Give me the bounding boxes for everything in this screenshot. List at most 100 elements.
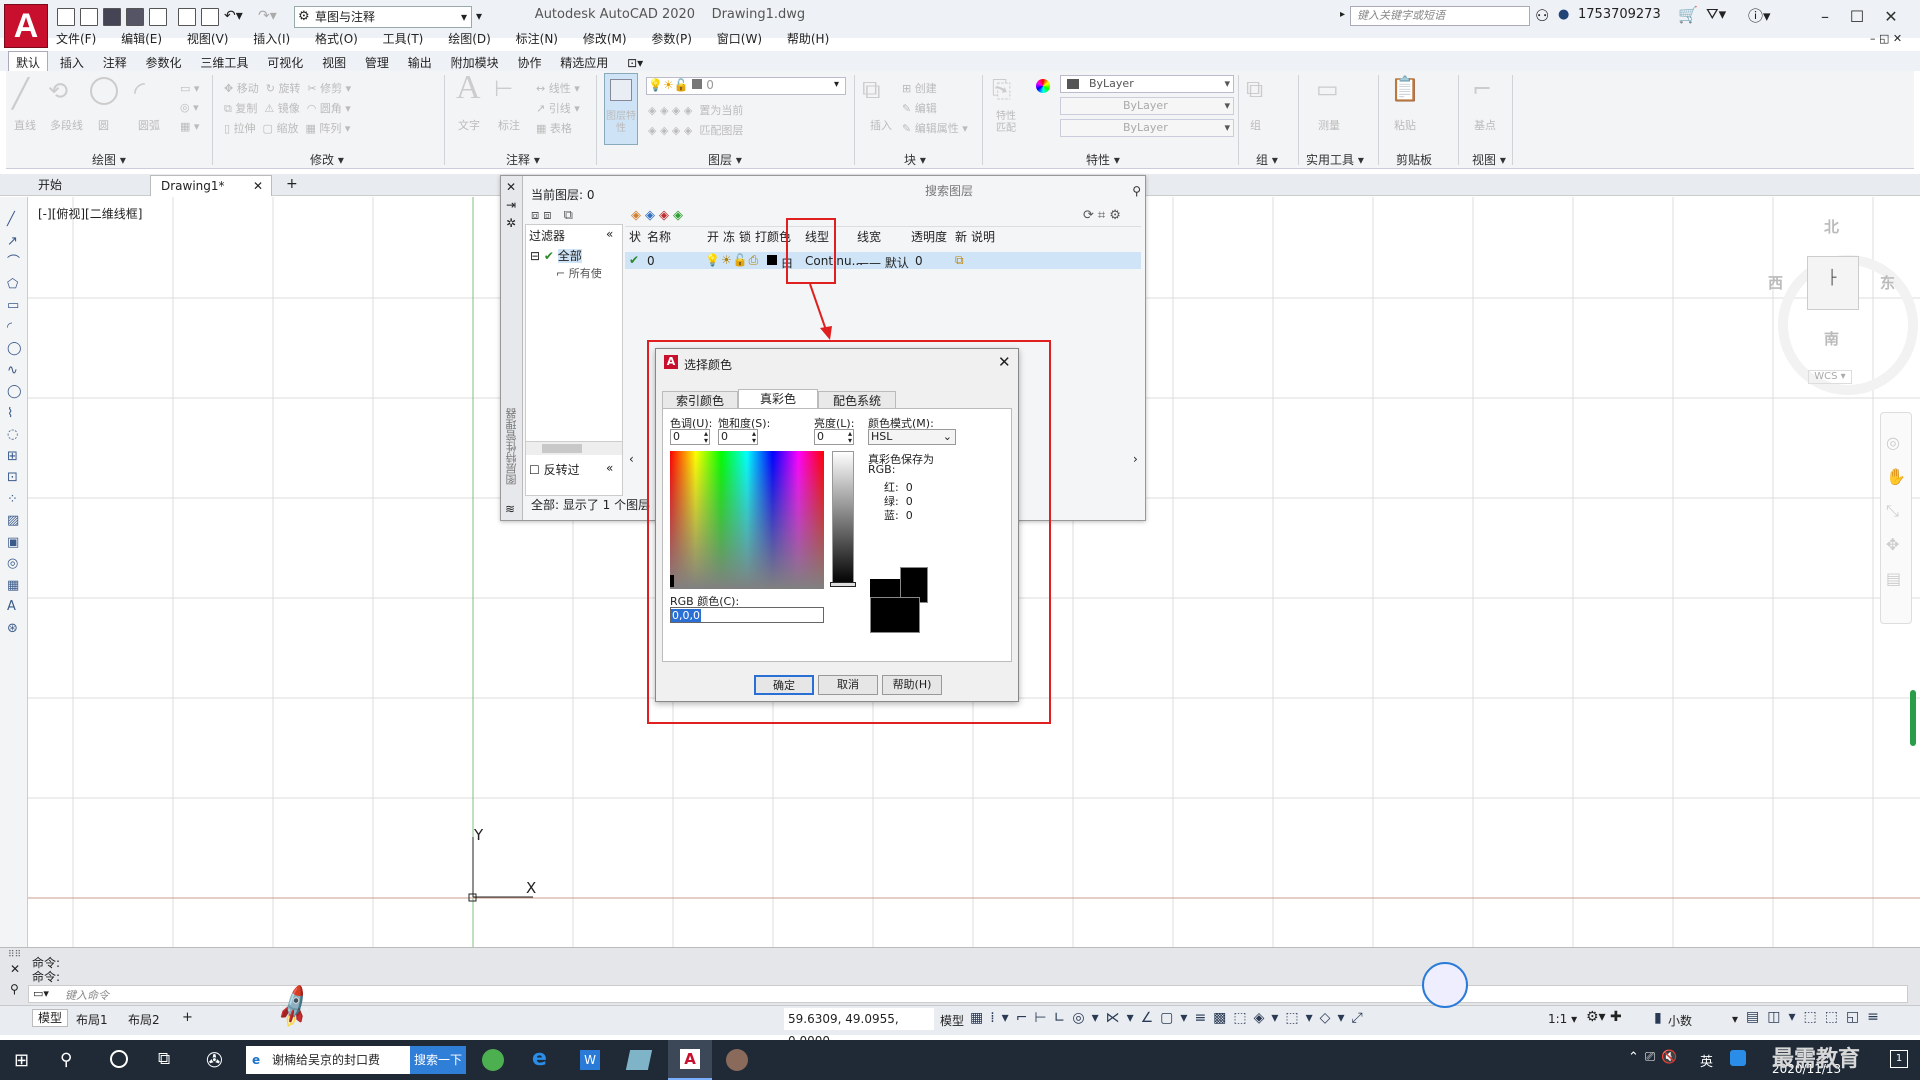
menu-view[interactable]: 视图(V) — [187, 30, 229, 47]
hue-saturation-field[interactable] — [670, 451, 824, 589]
layer-state-icons-row[interactable]: 💡☀🔓⎙ — [705, 253, 759, 268]
polyline-icon[interactable]: ⟲ — [48, 77, 68, 105]
polyline-tool[interactable]: 多段线 — [50, 117, 83, 133]
menu-insert[interactable]: 插入(I) — [253, 30, 290, 47]
tab-collaborate[interactable]: 协作 — [510, 52, 548, 73]
minimize-button[interactable]: – — [1810, 4, 1840, 30]
text-tool[interactable]: 文字 — [458, 117, 480, 133]
match-properties-tool[interactable]: 特性匹配 — [996, 111, 1020, 135]
tab-insert[interactable]: 插入 — [53, 52, 91, 73]
cmd-close-icon[interactable]: ✕ — [10, 962, 20, 976]
layer-lineweight[interactable]: —— 默认 — [857, 254, 909, 271]
tab-featured-apps[interactable]: 精选应用 — [553, 52, 615, 73]
insert-block-tool[interactable]: 插入 — [870, 117, 892, 133]
wps-icon[interactable]: W — [580, 1050, 600, 1070]
tab-index-color[interactable]: 索引颜色 — [662, 391, 738, 409]
add-layout-icon[interactable]: + — [182, 1010, 193, 1025]
lineweight-dropdown[interactable]: ByLayer ▾ — [1060, 97, 1234, 115]
viewcube-north[interactable]: 北 — [1824, 216, 1839, 237]
palette-toolbar-left[interactable]: ⧈⧈ ⧉ — [531, 208, 577, 223]
panel-title-groups[interactable]: 组 ▾ — [1256, 151, 1278, 168]
saturation-input[interactable]: 0 ▴ ▾ — [718, 429, 758, 445]
wcs-menu[interactable]: WCS ▾ — [1808, 370, 1852, 384]
expand-search-icon[interactable]: ▸ — [1340, 9, 1345, 20]
ribbon-options-icon[interactable]: ⊡▾ — [620, 54, 650, 72]
tab-layout1[interactable]: 布局1 — [76, 1011, 108, 1028]
panel-title-utilities[interactable]: 实用工具 ▾ — [1306, 151, 1364, 168]
panel-title-layers[interactable]: 图层 ▾ — [708, 151, 742, 168]
tree-scrollbar[interactable] — [526, 441, 622, 455]
browser-search-box[interactable]: e 谢楠给吴京的封口费 — [246, 1046, 410, 1074]
luminance-slider[interactable] — [832, 451, 854, 585]
cart-icon[interactable]: 🛒 — [1678, 5, 1698, 24]
notes-icon[interactable] — [625, 1050, 653, 1070]
layer-transparency[interactable]: 0 — [915, 254, 923, 268]
edge-icon[interactable]: e — [532, 1046, 547, 1071]
collapse-filter-icon[interactable]: « — [606, 227, 613, 241]
block-small-tools[interactable]: ⊞ 创建 ✎ 编辑 ✎ 编辑属性 ▾ — [902, 79, 968, 139]
modify-tools[interactable]: ✥ 移动 ↻ 旋转 ✂ 修剪 ▾ ⧉ 复制 ⚠ 镜像 ◠ 圆角 ▾ ▯ 拉伸 ▢… — [224, 79, 351, 139]
text-icon[interactable]: A — [456, 69, 481, 107]
status-toggles[interactable]: ▦⁞▾⌐⊢∟◎▾⋉▾∠▢▾≡▩⬚◈▾⬚▾◇▾⤢ — [970, 1010, 1370, 1026]
match-properties-icon[interactable]: ⎘ — [992, 75, 1011, 103]
scroll-right-icon[interactable]: › — [1133, 452, 1138, 466]
paste-icon[interactable]: 📋 — [1390, 75, 1420, 103]
tab-parametric[interactable]: 参数化 — [139, 52, 189, 73]
viewcube-west[interactable]: 西 — [1768, 272, 1783, 293]
help-button[interactable]: 帮助(H) — [882, 675, 942, 695]
draw-toolbar-icons[interactable]: ╱ ↗ ⌒ ⬠ ▭ ◜ ◯ ∿ ◯ ⌇ ◌ ⊞ ⊡ ⁘ ▨ ▣ ◎ ▦ A ⊛ — [7, 209, 22, 639]
tray-icons[interactable]: ⌃⎚🔇 — [1628, 1050, 1683, 1065]
menu-format[interactable]: 格式(O) — [315, 30, 358, 47]
panel-title-block[interactable]: 块 ▾ — [904, 151, 926, 168]
layer-small-tools[interactable]: ◈ ◈ ◈ ◈ 置为当前 ◈ ◈ ◈ ◈ 匹配图层 — [648, 101, 743, 141]
col-lineweight[interactable]: 线宽 — [857, 228, 881, 245]
col-status[interactable]: 状 — [629, 228, 641, 245]
layer-color-swatch[interactable] — [767, 255, 777, 265]
line-tool[interactable]: 直线 — [14, 117, 36, 133]
task-view-icon[interactable]: ⧉ — [158, 1049, 170, 1069]
assistant-avatar[interactable] — [1422, 962, 1468, 1008]
col-lock[interactable]: 锁 — [739, 228, 751, 245]
scroll-left-icon[interactable]: ‹ — [629, 452, 634, 466]
group-tool[interactable]: 组 — [1250, 117, 1261, 133]
doc-window-controls[interactable]: – ◱ ✕ — [1870, 32, 1902, 45]
ok-button[interactable]: 确定 — [754, 675, 814, 695]
tab-default[interactable]: 默认 — [8, 51, 49, 73]
circle-tool[interactable]: 圆 — [98, 117, 109, 133]
nav-tools[interactable]: ◎ ✋ ⤡ ✥ ▤ — [1886, 426, 1906, 596]
palette-side-controls[interactable]: ✕ ⇥ ✲ — [506, 178, 516, 232]
maximize-button[interactable]: ☐ — [1842, 4, 1872, 30]
measure-tool[interactable]: 测量 — [1318, 117, 1340, 133]
arc-icon[interactable]: ◜ — [134, 75, 145, 108]
tab-drawing1[interactable]: Drawing1* ✕ — [150, 175, 272, 196]
hs-cursor[interactable] — [670, 575, 674, 587]
measure-icon[interactable]: ▭ — [1316, 75, 1339, 103]
tab-view[interactable]: 视图 — [315, 52, 353, 73]
panel-title-view[interactable]: 视图 ▾ — [1472, 151, 1506, 168]
tab-output[interactable]: 输出 — [401, 52, 439, 73]
col-plot[interactable]: 打 — [755, 228, 767, 245]
menu-tools[interactable]: 工具(T) — [383, 30, 424, 47]
cortana-icon[interactable] — [110, 1050, 128, 1068]
col-description[interactable]: 说明 — [971, 228, 995, 245]
tab-start[interactable]: 开始 — [28, 175, 146, 196]
app-360-icon[interactable] — [482, 1049, 504, 1071]
invert-filter-checkbox[interactable]: ☐ 反转过 — [529, 461, 580, 478]
col-transparency[interactable]: 透明度 — [911, 228, 947, 245]
new-vp-freeze-icon[interactable]: ⧉ — [955, 253, 964, 268]
viewcube-east[interactable]: 东 — [1880, 272, 1895, 293]
layer-name[interactable]: 0 — [647, 254, 655, 268]
close-button[interactable]: ✕ — [1876, 4, 1906, 30]
tab-annotate[interactable]: 注释 — [96, 52, 134, 73]
ime-indicator[interactable]: 英 — [1700, 1051, 1713, 1070]
linetype-dropdown[interactable]: ByLayer ▾ — [1060, 119, 1234, 137]
units-select[interactable]: 小数 ▾ — [1668, 1012, 1738, 1029]
cmd-grip[interactable]: ⠿⠿ — [8, 950, 21, 960]
group-icon[interactable]: ⧉ — [1246, 75, 1263, 103]
draw-small-tools[interactable]: ▭ ▾ ◎ ▾ ▦ ▾ — [180, 79, 199, 136]
paste-tool[interactable]: 粘贴 — [1394, 117, 1416, 133]
user-name[interactable]: 1753709273 — [1578, 7, 1661, 22]
tab-layout2[interactable]: 布局2 — [128, 1011, 160, 1028]
arc-tool[interactable]: 圆弧 — [138, 117, 160, 133]
menu-dimension[interactable]: 标注(N) — [516, 30, 558, 47]
